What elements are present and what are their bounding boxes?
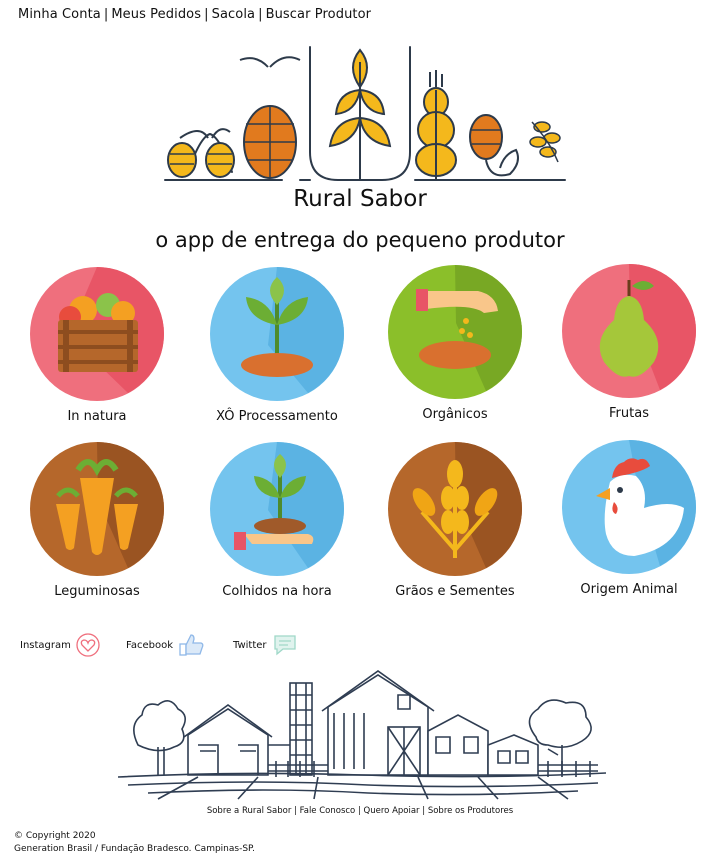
credit-text: Generation Brasil / Fundação Bradesco. C… bbox=[14, 844, 255, 854]
category-label: Orgânicos bbox=[422, 407, 488, 422]
category-leguminosas[interactable]: Leguminosas bbox=[12, 440, 182, 599]
farm-illustration bbox=[118, 670, 606, 800]
wheat-hops-logo bbox=[164, 46, 566, 181]
social-label: Twitter bbox=[233, 639, 267, 651]
chicken-icon bbox=[562, 440, 696, 574]
small-hop-left bbox=[167, 128, 235, 178]
category-colhidos-na-hora[interactable]: Colhidos na hora bbox=[192, 440, 362, 599]
brand-tagline: o app de entrega do pequeno produtor bbox=[155, 228, 565, 252]
nav-separator: | bbox=[258, 7, 263, 22]
thumbs-up-icon bbox=[179, 634, 204, 656]
footer-separator: | bbox=[357, 806, 361, 816]
nav-buscar-produtor[interactable]: Buscar Produtor bbox=[266, 7, 372, 22]
footer-link-quero-apoiar[interactable]: Quero Apoiar bbox=[364, 806, 420, 816]
category-origem-animal[interactable]: Origem Animal bbox=[544, 438, 714, 597]
footer-link-fale-conosco[interactable]: Fale Conosco bbox=[300, 806, 356, 816]
social-instagram[interactable]: Instagram bbox=[20, 632, 101, 658]
footer-link-sobre[interactable]: Sobre a Rural Sabor bbox=[207, 806, 292, 816]
social-label: Facebook bbox=[126, 639, 173, 651]
social-label: Instagram bbox=[20, 639, 71, 651]
copyright-text: © Copyright 2020 bbox=[14, 831, 96, 841]
hand-sprout-icon bbox=[210, 442, 344, 576]
nav-separator: | bbox=[103, 7, 109, 22]
category-label: XÔ Processamento bbox=[216, 409, 338, 424]
sprout-icon bbox=[210, 267, 344, 401]
category-label: Origem Animal bbox=[580, 582, 678, 597]
nav-minha-conta[interactable]: Minha Conta bbox=[18, 7, 101, 22]
category-label: Frutas bbox=[609, 406, 649, 421]
footer-separator: | bbox=[422, 806, 426, 816]
heart-icon bbox=[76, 633, 100, 657]
brand-name: Rural Sabor bbox=[293, 186, 427, 212]
comment-icon bbox=[273, 635, 296, 656]
nav-meus-pedidos[interactable]: Meus Pedidos bbox=[111, 7, 201, 22]
nav-separator: | bbox=[204, 7, 209, 22]
wheat-icon bbox=[388, 442, 522, 576]
nav-sacola[interactable]: Sacola bbox=[212, 7, 256, 22]
social-facebook[interactable]: Facebook bbox=[126, 632, 207, 658]
top-nav: Minha Conta | Meus Pedidos | Sacola | Buscar P… bbox=[18, 7, 371, 22]
footer-links: Sobre a Rural Sabor | Fale Conosco | Que… bbox=[0, 806, 720, 816]
carrots-icon bbox=[30, 442, 164, 576]
social-twitter[interactable]: Twitter bbox=[233, 632, 301, 658]
hand-seeding-icon bbox=[388, 265, 522, 399]
pear-icon bbox=[562, 264, 696, 398]
category-graos-e-sementes[interactable]: Grãos e Sementes bbox=[370, 440, 540, 599]
category-in-natura[interactable]: In natura bbox=[12, 265, 182, 424]
category-label: Leguminosas bbox=[54, 584, 140, 599]
category-xo-processamento[interactable]: XÔ Processamento bbox=[192, 265, 362, 424]
category-organicos[interactable]: Orgânicos bbox=[370, 263, 540, 422]
category-frutas[interactable]: Frutas bbox=[544, 262, 714, 421]
copyright-block: © Copyright 2020 Generation Brasil / Fun… bbox=[14, 830, 255, 856]
category-label: In natura bbox=[67, 409, 127, 424]
category-label: Grãos e Sementes bbox=[395, 584, 515, 599]
footer-separator: | bbox=[294, 806, 297, 816]
category-label: Colhidos na hora bbox=[222, 584, 332, 599]
vegetable-crate-icon bbox=[30, 267, 164, 401]
footer-link-produtores[interactable]: Sobre os Produtores bbox=[428, 806, 513, 816]
